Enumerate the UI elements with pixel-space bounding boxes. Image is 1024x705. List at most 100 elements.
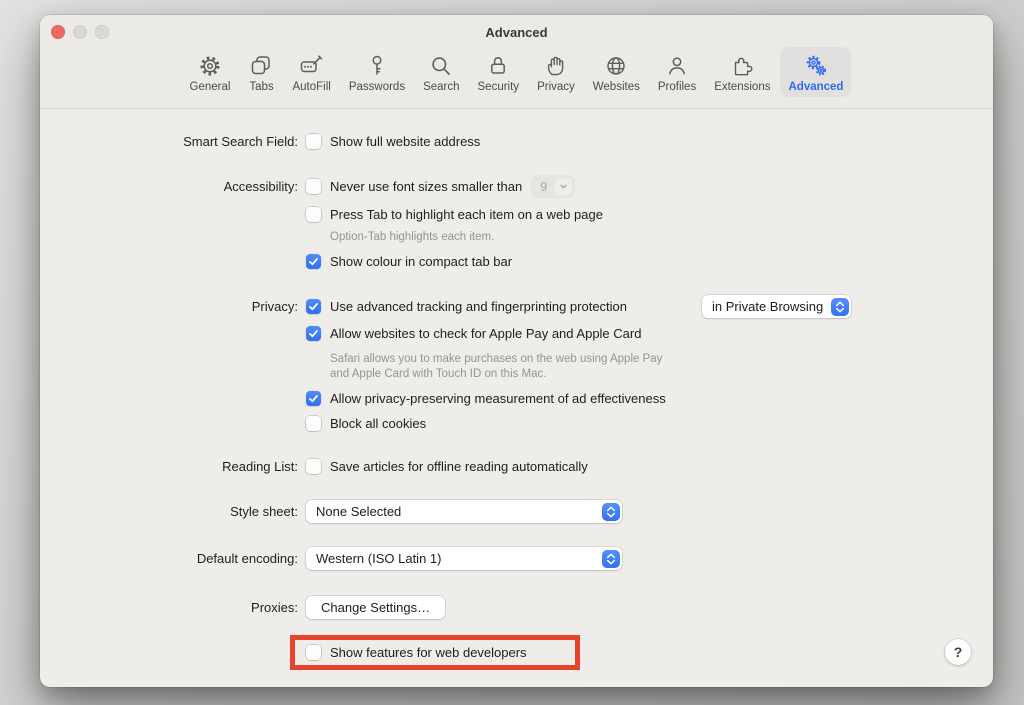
checkbox-label: Save articles for offline reading automa… xyxy=(330,459,588,474)
key-icon xyxy=(364,53,390,79)
row-accessibility-font-size: Accessibility: Never use font sizes smal… xyxy=(40,178,574,195)
toolbar-item-label: Passwords xyxy=(349,81,405,93)
hand-icon xyxy=(543,53,569,79)
apple-pay-caption: Safari allows you to make purchases on t… xyxy=(330,352,662,382)
toolbar-item-label: Security xyxy=(478,81,520,93)
row-proxies: Proxies: Change Settings… xyxy=(40,596,445,619)
autofill-icon xyxy=(299,53,325,79)
checkbox-block-all-cookies[interactable] xyxy=(306,416,321,431)
default-encoding-select[interactable]: Western (ISO Latin 1) xyxy=(306,547,622,570)
up-down-chevrons-icon xyxy=(831,298,849,316)
press-tab-caption: Option-Tab highlights each item. xyxy=(330,230,494,245)
row-press-tab: Press Tab to highlight each item on a we… xyxy=(306,206,603,223)
style-sheet-label: Style sheet: xyxy=(40,504,298,519)
toolbar-item-label: Extensions xyxy=(714,81,770,93)
toolbar-item-extensions[interactable]: Extensions xyxy=(706,47,778,97)
gears-icon xyxy=(803,53,829,79)
select-value: Western (ISO Latin 1) xyxy=(316,551,441,566)
row-ad-measurement: Allow privacy-preserving measurement of … xyxy=(306,390,666,407)
checkmark-icon xyxy=(307,392,320,405)
checkbox-label: Never use font sizes smaller than xyxy=(330,179,522,194)
default-encoding-label: Default encoding: xyxy=(40,551,298,566)
tabs-icon xyxy=(248,53,274,79)
checkbox-show-colour-compact-tab-bar[interactable] xyxy=(306,254,321,269)
row-reading-list: Reading List: Save articles for offline … xyxy=(40,458,588,475)
toolbar-item-autofill[interactable]: AutoFill xyxy=(284,47,338,97)
checkbox-label: Block all cookies xyxy=(330,416,426,431)
reading-list-label: Reading List: xyxy=(40,459,298,474)
toolbar-item-websites[interactable]: Websites xyxy=(585,47,648,97)
gear-icon xyxy=(197,53,223,79)
toolbar-item-tabs[interactable]: Tabs xyxy=(240,47,282,97)
style-sheet-select[interactable]: None Selected xyxy=(306,500,622,523)
lock-icon xyxy=(485,53,511,79)
toolbar-item-search[interactable]: Search xyxy=(415,47,467,97)
help-button[interactable]: ? xyxy=(945,639,971,665)
toolbar-item-label: Profiles xyxy=(658,81,696,93)
window-title: Advanced xyxy=(40,25,993,40)
up-down-chevrons-icon xyxy=(602,503,620,521)
row-privacy-tracking: Privacy: Use advanced tracking and finge… xyxy=(40,298,627,315)
smart-search-field-label: Smart Search Field: xyxy=(40,134,298,149)
checkbox-press-tab-highlight[interactable] xyxy=(306,207,321,222)
accessibility-label: Accessibility: xyxy=(40,179,298,194)
checkbox-show-features-web-developers[interactable] xyxy=(306,645,321,660)
checkbox-ad-measurement[interactable] xyxy=(306,391,321,406)
checkbox-show-full-website-address[interactable] xyxy=(306,134,321,149)
up-down-chevrons-icon xyxy=(602,550,620,568)
row-block-cookies: Block all cookies xyxy=(306,415,426,432)
checkbox-advanced-tracking-protection[interactable] xyxy=(306,299,321,314)
checkbox-save-articles-offline[interactable] xyxy=(306,459,321,474)
toolbar-item-label: Tabs xyxy=(249,81,273,93)
checkbox-label: Press Tab to highlight each item on a we… xyxy=(330,207,603,222)
toolbar-item-privacy[interactable]: Privacy xyxy=(529,47,583,97)
row-smart-search-field: Smart Search Field: Show full website ad… xyxy=(40,133,480,150)
toolbar-item-security[interactable]: Security xyxy=(470,47,528,97)
change-settings-button[interactable]: Change Settings… xyxy=(306,596,445,619)
row-style-sheet: Style sheet: None Selected xyxy=(40,500,622,523)
font-size-select[interactable]: 9 xyxy=(532,176,574,197)
row-default-encoding: Default encoding: Western (ISO Latin 1) xyxy=(40,547,622,570)
checkbox-label: Allow privacy-preserving measurement of … xyxy=(330,391,666,406)
checkbox-apple-pay[interactable] xyxy=(306,326,321,341)
checkbox-label: Show colour in compact tab bar xyxy=(330,254,512,269)
checkmark-icon xyxy=(307,300,320,313)
checkbox-label: Show features for web developers xyxy=(330,645,527,660)
privacy-label: Privacy: xyxy=(40,299,298,314)
puzzle-icon xyxy=(729,53,755,79)
checkbox-label: Show full website address xyxy=(330,134,480,149)
toolbar-item-label: Advanced xyxy=(788,81,843,93)
globe-icon xyxy=(603,53,629,79)
select-value: in Private Browsing xyxy=(712,299,823,314)
checkbox-never-use-font-sizes[interactable] xyxy=(306,179,321,194)
window-titlebar: Advanced General xyxy=(40,15,993,109)
toolbar-item-profiles[interactable]: Profiles xyxy=(650,47,704,97)
apple-pay-caption-line1: Safari allows you to make purchases on t… xyxy=(330,352,662,367)
toolbar-item-label: AutoFill xyxy=(292,81,330,93)
red-highlight-box: Show features for web developers xyxy=(290,635,580,670)
toolbar-item-advanced[interactable]: Advanced xyxy=(780,47,851,97)
checkmark-icon xyxy=(307,327,320,340)
person-icon xyxy=(664,53,690,79)
checkmark-icon xyxy=(307,255,320,268)
font-size-value: 9 xyxy=(532,180,555,194)
toolbar-item-label: Search xyxy=(423,81,459,93)
toolbar-item-passwords[interactable]: Passwords xyxy=(341,47,413,97)
advanced-settings-pane: Smart Search Field: Show full website ad… xyxy=(40,109,993,687)
checkbox-label: Use advanced tracking and fingerprinting… xyxy=(330,299,627,314)
checkbox-label: Allow websites to check for Apple Pay an… xyxy=(330,326,641,341)
apple-pay-caption-line2: and Apple Card with Touch ID on this Mac… xyxy=(330,367,662,382)
toolbar-item-general[interactable]: General xyxy=(182,47,239,97)
toolbar-item-label: Privacy xyxy=(537,81,575,93)
row-apple-pay: Allow websites to check for Apple Pay an… xyxy=(306,325,641,342)
magnifier-icon xyxy=(428,53,454,79)
toolbar-item-label: Websites xyxy=(593,81,640,93)
chevron-down-icon xyxy=(555,178,572,195)
select-value: None Selected xyxy=(316,504,401,519)
toolbar-item-label: General xyxy=(190,81,231,93)
preferences-window: Advanced General xyxy=(40,15,993,687)
preferences-toolbar: General Tabs xyxy=(40,47,993,97)
tracking-protection-select[interactable]: in Private Browsing xyxy=(702,295,851,318)
row-show-colour: Show colour in compact tab bar xyxy=(306,253,512,270)
proxies-label: Proxies: xyxy=(40,600,298,615)
